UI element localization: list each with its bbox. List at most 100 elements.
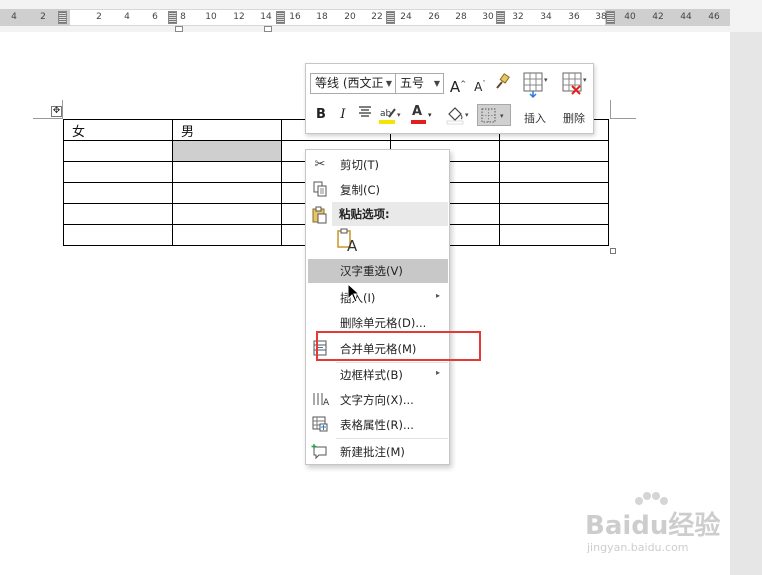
submenu-arrow-icon: ▸ [435,368,440,377]
grow-font-icon: A [449,78,461,96]
font-color-button[interactable]: A ▾ [408,104,436,125]
ruler-tick: 24 [400,12,412,22]
center-align-button[interactable] [355,105,375,125]
ruler-tick: 40 [624,12,636,22]
svg-text:▾: ▾ [544,76,548,84]
insert-button[interactable]: ▾ 插入 [517,70,553,130]
ruler-tick: 36 [568,12,580,22]
ruler-column-marker[interactable] [606,11,615,24]
ruler-column-marker[interactable] [496,11,505,24]
ruler-tick: 16 [289,12,301,22]
margin-corner-mark [62,100,63,119]
table-cell[interactable] [499,140,609,162]
menu-item-insert[interactable]: 插入(I) ▸ [307,286,448,310]
borders-icon: ▾ [481,108,504,123]
menu-item-label: 汉字重选(V) [340,264,403,278]
ruler-tick: 2 [40,12,46,22]
paste-icon [311,206,329,224]
table-cell[interactable] [499,161,609,183]
menu-item-text-direction[interactable]: A 文字方向(X)... [307,388,448,412]
submenu-arrow-icon: ▸ [435,291,440,300]
italic-button[interactable]: I [333,105,353,125]
table-cell[interactable] [172,182,282,204]
horizontal-ruler[interactable]: 4 2 2 4 6 8 10 12 14 16 18 20 22 24 26 2… [0,0,762,32]
table-cell[interactable] [63,161,173,183]
menu-item-cut[interactable]: ✂ 剪切(T) [307,153,448,177]
menu-item-label: 复制(C) [340,183,381,197]
table-cell[interactable] [63,140,173,162]
ruler-tick: 8 [180,12,186,22]
ruler-tick: 42 [652,12,664,22]
ruler-column-marker[interactable] [276,11,285,24]
borders-button[interactable]: ▾ [477,104,511,126]
table-cell[interactable] [172,224,282,246]
table-cell[interactable] [172,161,282,183]
grow-font-button[interactable]: A^ [448,74,468,96]
new-comment-icon [311,443,329,461]
bold-button[interactable]: B [311,105,331,125]
ruler-tick: 4 [124,12,130,22]
svg-text:A: A [323,398,329,407]
menu-item-copy[interactable]: 复制(C) [307,178,448,202]
delete-button[interactable]: ▾ 删除 [556,70,592,130]
ruler-column-marker[interactable] [386,11,395,24]
table-cell[interactable] [499,224,609,246]
highlight-color-button[interactable]: ab ▾ [376,105,404,125]
paste-keep-text-only-button[interactable]: A [336,228,360,255]
ruler-tick: 2 [96,12,102,22]
menu-item-label: 粘贴选项: [339,207,390,221]
margin-corner-mark [33,118,63,119]
table-cell-selected[interactable] [172,140,282,162]
watermark-site: jingyan.baidu.com [587,541,689,554]
table-cell[interactable] [63,224,173,246]
chevron-down-icon[interactable]: ▼ [386,74,392,93]
ruler-tick: 22 [371,12,383,22]
menu-item-new-comment[interactable]: 新建批注(M) [307,440,448,464]
delete-label: 删除 [563,112,585,125]
menu-item-reconversion[interactable]: 汉字重选(V) [308,259,448,283]
ruler-column-marker[interactable] [58,11,67,24]
ruler-tick: 12 [233,12,245,22]
paste-options-header: 粘贴选项: [332,202,448,226]
table-cell[interactable] [63,203,173,225]
table-cell[interactable] [172,203,282,225]
copy-icon [311,181,329,199]
ruler-tick: 32 [512,12,524,22]
svg-text:▾: ▾ [500,112,504,120]
menu-item-border-styles[interactable]: 边框样式(B) ▸ [307,363,448,387]
mini-toolbar: 等线 (西文正 ▼ 五号 ▼ A^ Aˇ B I ab ▾ A ▾ ▾ ▾ ▾ … [305,63,594,134]
ruler-column-marker[interactable] [168,11,177,24]
ruler-tick: 38 [595,12,607,22]
font-size-combo[interactable]: 五号 ▼ [395,73,444,94]
format-painter-icon [496,73,510,89]
table-move-handle-icon[interactable]: ✥ [51,106,62,117]
chevron-down-icon[interactable]: ▾ [428,105,432,125]
ruler-tick: 28 [455,12,467,22]
menu-item-label: 新建批注(M) [340,445,405,459]
menu-item-table-properties[interactable]: 表格属性(R)... [307,413,448,437]
ruler-tick: 20 [344,12,356,22]
watermark-brand: Baidu经验 [585,511,721,541]
font-name-combo[interactable]: 等线 (西文正 ▼ [310,73,396,94]
table-properties-icon [311,416,329,434]
shrink-font-button[interactable]: Aˇ [470,74,490,94]
table-resize-handle[interactable] [610,248,616,254]
scissors-icon: ✂ [314,157,326,172]
margin-corner-mark [610,118,636,119]
table-cell[interactable] [499,203,609,225]
text-direction-icon: A [311,391,330,409]
menu-item-label: 边框样式(B) [340,368,403,382]
ruler-tick: 30 [482,12,494,22]
format-painter-button[interactable] [492,73,512,93]
ruler-tick: 44 [680,12,692,22]
shading-button[interactable]: ▾ [444,105,472,125]
chevron-down-icon[interactable]: ▼ [434,74,440,93]
font-name-value: 等线 (西文正 [315,76,384,90]
table-cell[interactable]: 男 [172,119,282,141]
table-cell[interactable]: 女 [63,119,173,141]
baidu-jingyan-watermark: Baidu经验 jingyan.baidu.com [585,492,725,562]
table-cell[interactable] [499,182,609,204]
ruler-tick: 4 [11,12,17,22]
table-cell[interactable] [63,182,173,204]
center-align-icon [359,106,371,117]
